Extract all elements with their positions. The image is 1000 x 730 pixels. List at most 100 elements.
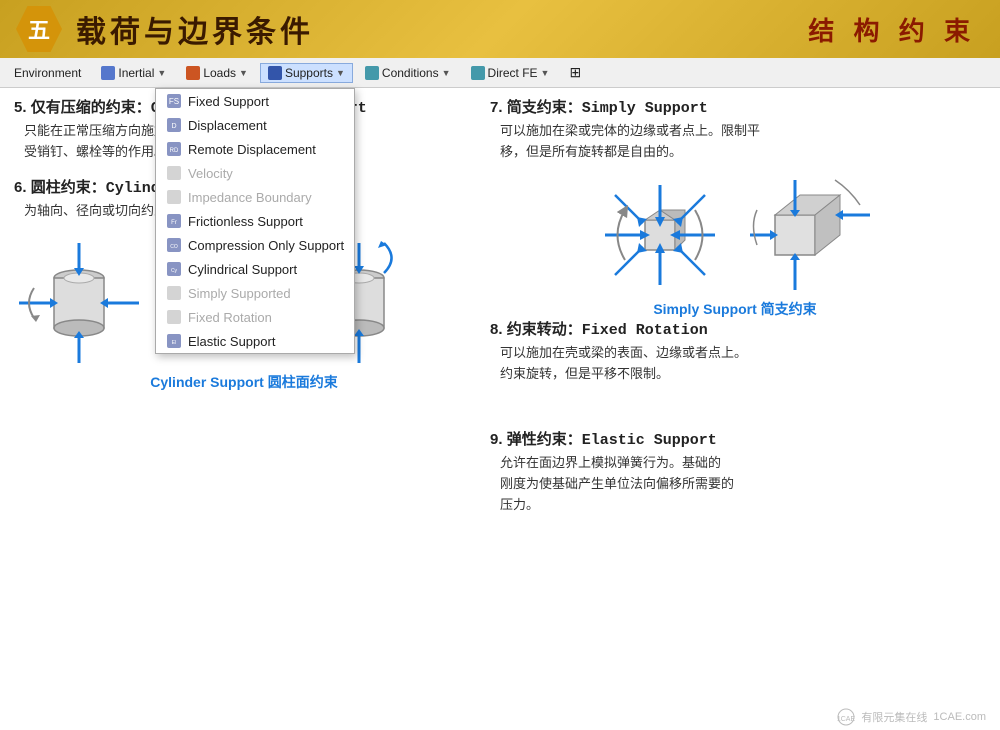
s5-title-zh: 仅有压缩的约束： — [31, 99, 151, 116]
simply-support-diagrams — [490, 175, 980, 295]
conditions-arrow-icon: ▼ — [442, 68, 451, 78]
svg-text:Fr: Fr — [171, 220, 177, 226]
s7-title-zh: 简支约束： — [507, 99, 582, 116]
fixed-support-icon: FS — [166, 93, 182, 109]
supports-label: Supports — [285, 66, 333, 80]
fixed-rotation-label: Fixed Rotation — [188, 310, 272, 325]
simply-support-diagram1 — [595, 175, 725, 295]
remote-displacement-label: Remote Displacement — [188, 142, 316, 157]
elastic-icon: El — [166, 333, 182, 349]
frictionless-label: Frictionless Support — [188, 214, 303, 229]
cylindrical-label: Cylindrical Support — [188, 262, 297, 277]
toolbar-conditions[interactable]: Conditions ▼ — [357, 63, 459, 83]
watermark-logo-icon: 1CAE — [837, 708, 855, 726]
compression-icon: CO — [166, 237, 182, 253]
cylinder-label-text: Cylinder Support 圆柱面约束 — [150, 374, 337, 390]
header-number-badge: 五 — [16, 6, 62, 52]
s9-number: 9. — [490, 431, 503, 448]
section8: 8. 约束转动：Fixed Rotation 可以施加在壳或梁的表面、边缘或者点… — [490, 318, 980, 385]
s5-number: 5. — [14, 99, 27, 116]
inertial-icon — [101, 66, 115, 80]
inertial-arrow-icon: ▼ — [157, 68, 166, 78]
toolbar: Environment Inertial ▼ Loads ▼ Supports … — [0, 58, 1000, 88]
svg-text:El: El — [172, 340, 176, 346]
toolbar-inertial[interactable]: Inertial ▼ — [93, 63, 174, 83]
s8-number: 8. — [490, 321, 503, 338]
toolbar-direct-fe[interactable]: Direct FE ▼ — [463, 63, 558, 83]
impedance-label: Impedance Boundary — [188, 190, 312, 205]
elastic-label: Elastic Support — [188, 334, 275, 349]
toolbar-extra[interactable]: ⊞ — [561, 61, 589, 84]
simply-supported-icon — [166, 285, 182, 301]
menu-frictionless[interactable]: Fr Frictionless Support — [156, 209, 354, 233]
watermark-org: 有限元集在线 — [861, 709, 927, 725]
direct-fe-label: Direct FE — [488, 66, 538, 80]
section7-body: 可以施加在梁或完体的边缘或者点上。限制平 移，但是所有旋转都是自由的。 — [500, 121, 980, 163]
menu-impedance: Impedance Boundary — [156, 185, 354, 209]
toolbar-loads[interactable]: Loads ▼ — [178, 63, 256, 83]
menu-elastic[interactable]: El Elastic Support — [156, 329, 354, 353]
menu-fixed-rotation: Fixed Rotation — [156, 305, 354, 329]
simply-support-diagram2 — [745, 175, 875, 295]
main-content: 5. 仅有压缩的约束：Compression Only Support 只能在正… — [0, 88, 1000, 730]
menu-displacement[interactable]: D Displacement — [156, 113, 354, 137]
menu-fixed-support[interactable]: FS Fixed Support — [156, 89, 354, 113]
svg-text:CO: CO — [170, 244, 178, 250]
svg-text:FS: FS — [169, 97, 179, 106]
menu-remote-displacement[interactable]: RD Remote Displacement — [156, 137, 354, 161]
s8-title-zh: 约束转动： — [507, 321, 582, 338]
header: 五 载荷与边界条件 结 构 约 束 — [0, 0, 1000, 58]
section7-heading: 7. 简支约束：Simply Support — [490, 96, 980, 117]
remote-displacement-icon: RD — [166, 141, 182, 157]
section9-body: 允许在面边界上模拟弹簧行为。基础的 刚度为使基础产生单位法向偏移所需要的 压力。 — [500, 453, 980, 515]
svg-text:RD: RD — [170, 148, 179, 154]
conditions-icon — [365, 66, 379, 80]
displacement-label: Displacement — [188, 118, 267, 133]
svg-text:D: D — [171, 123, 176, 130]
frictionless-icon: Fr — [166, 213, 182, 229]
s6-number: 6. — [14, 179, 27, 196]
fixed-support-label: Fixed Support — [188, 94, 269, 109]
header-subtitle: 结 构 约 束 — [808, 11, 976, 48]
s8-title-en: Fixed Rotation — [582, 322, 708, 339]
velocity-label: Velocity — [188, 166, 233, 181]
s9-title-en: Elastic Support — [582, 432, 717, 449]
supports-icon — [268, 66, 282, 80]
supports-dropdown: FS Fixed Support D Displacement RD Remot… — [155, 88, 355, 354]
menu-compression-only[interactable]: CO Compression Only Support — [156, 233, 354, 257]
direct-fe-arrow-icon: ▼ — [541, 68, 550, 78]
watermark: 1CAE 有限元集在线 1CAE.com — [837, 708, 986, 726]
menu-cylindrical[interactable]: Cy Cylindrical Support — [156, 257, 354, 281]
inertial-label: Inertial — [118, 66, 154, 80]
simply-supported-label: Simply Supported — [188, 286, 291, 301]
supports-arrow-icon: ▼ — [336, 68, 345, 78]
section7: 7. 简支约束：Simply Support 可以施加在梁或完体的边缘或者点上。… — [490, 96, 980, 319]
loads-label: Loads — [203, 66, 236, 80]
watermark-site: 1CAE.com — [933, 711, 986, 723]
cylinder-label-container: Cylinder Support 圆柱面约束 — [14, 372, 474, 392]
cylinder-diagram1 — [14, 238, 144, 368]
extra-icon: ⊞ — [569, 64, 581, 81]
simply-support-label-text: Simply Support 简支约束 — [653, 301, 816, 317]
section8-body: 可以施加在壳或梁的表面、边缘或者点上。 约束旋转，但是平移不限制。 — [500, 343, 980, 385]
loads-icon — [186, 66, 200, 80]
fixed-rotation-icon — [166, 309, 182, 325]
direct-fe-icon — [471, 66, 485, 80]
cylindrical-icon: Cy — [166, 261, 182, 277]
loads-arrow-icon: ▼ — [239, 68, 248, 78]
toolbar-supports[interactable]: Supports ▼ — [260, 63, 353, 83]
toolbar-environment[interactable]: Environment — [6, 63, 89, 83]
header-number: 五 — [28, 13, 50, 45]
svg-text:Cy: Cy — [171, 268, 178, 274]
section8-heading: 8. 约束转动：Fixed Rotation — [490, 318, 980, 339]
velocity-icon — [166, 165, 182, 181]
s7-title-en: Simply Support — [582, 100, 708, 117]
section9-heading: 9. 弹性约束：Elastic Support — [490, 428, 980, 449]
header-title: 载荷与边界条件 — [76, 7, 314, 51]
impedance-icon — [166, 189, 182, 205]
s9-title-zh: 弹性约束： — [507, 431, 582, 448]
section9: 9. 弹性约束：Elastic Support 允许在面边界上模拟弹簧行为。基础… — [490, 428, 980, 515]
svg-text:1CAE: 1CAE — [837, 716, 855, 723]
menu-velocity: Velocity — [156, 161, 354, 185]
conditions-label: Conditions — [382, 66, 439, 80]
